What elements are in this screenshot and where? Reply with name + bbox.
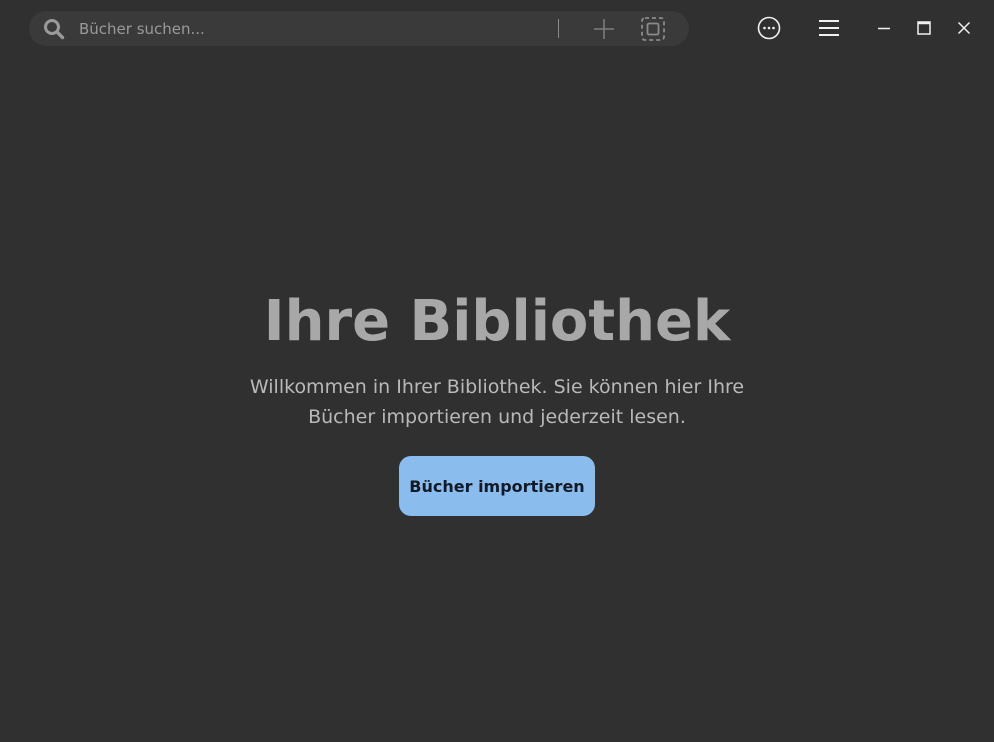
plus-icon xyxy=(594,19,614,39)
search-input[interactable] xyxy=(79,15,549,42)
empty-library-panel: Ihre Bibliothek Willkommen in Ihrer Bibl… xyxy=(0,286,994,516)
hamburger-menu-icon xyxy=(819,20,839,36)
minimize-icon xyxy=(878,27,890,30)
maximize-button[interactable] xyxy=(909,13,939,43)
more-horizontal-circle-icon xyxy=(757,16,781,40)
more-options-button[interactable] xyxy=(754,13,784,43)
minimize-button[interactable] xyxy=(869,13,899,43)
close-button[interactable] xyxy=(949,13,979,43)
welcome-message: Willkommen in Ihrer Bibliothek. Sie könn… xyxy=(249,376,745,428)
menu-button[interactable] xyxy=(814,13,844,43)
select-frame-icon xyxy=(641,17,665,41)
search-divider xyxy=(558,19,559,38)
close-icon xyxy=(957,21,971,35)
import-books-button[interactable]: Bücher importieren xyxy=(399,456,595,516)
app-window: Ihre Bibliothek Willkommen in Ihrer Bibl… xyxy=(0,0,994,742)
search-bar xyxy=(29,11,689,46)
page-title: Ihre Bibliothek xyxy=(263,289,731,354)
maximize-icon xyxy=(917,21,931,35)
select-mode-button[interactable] xyxy=(640,16,666,42)
add-button[interactable] xyxy=(591,16,617,42)
search-icon xyxy=(43,18,65,40)
